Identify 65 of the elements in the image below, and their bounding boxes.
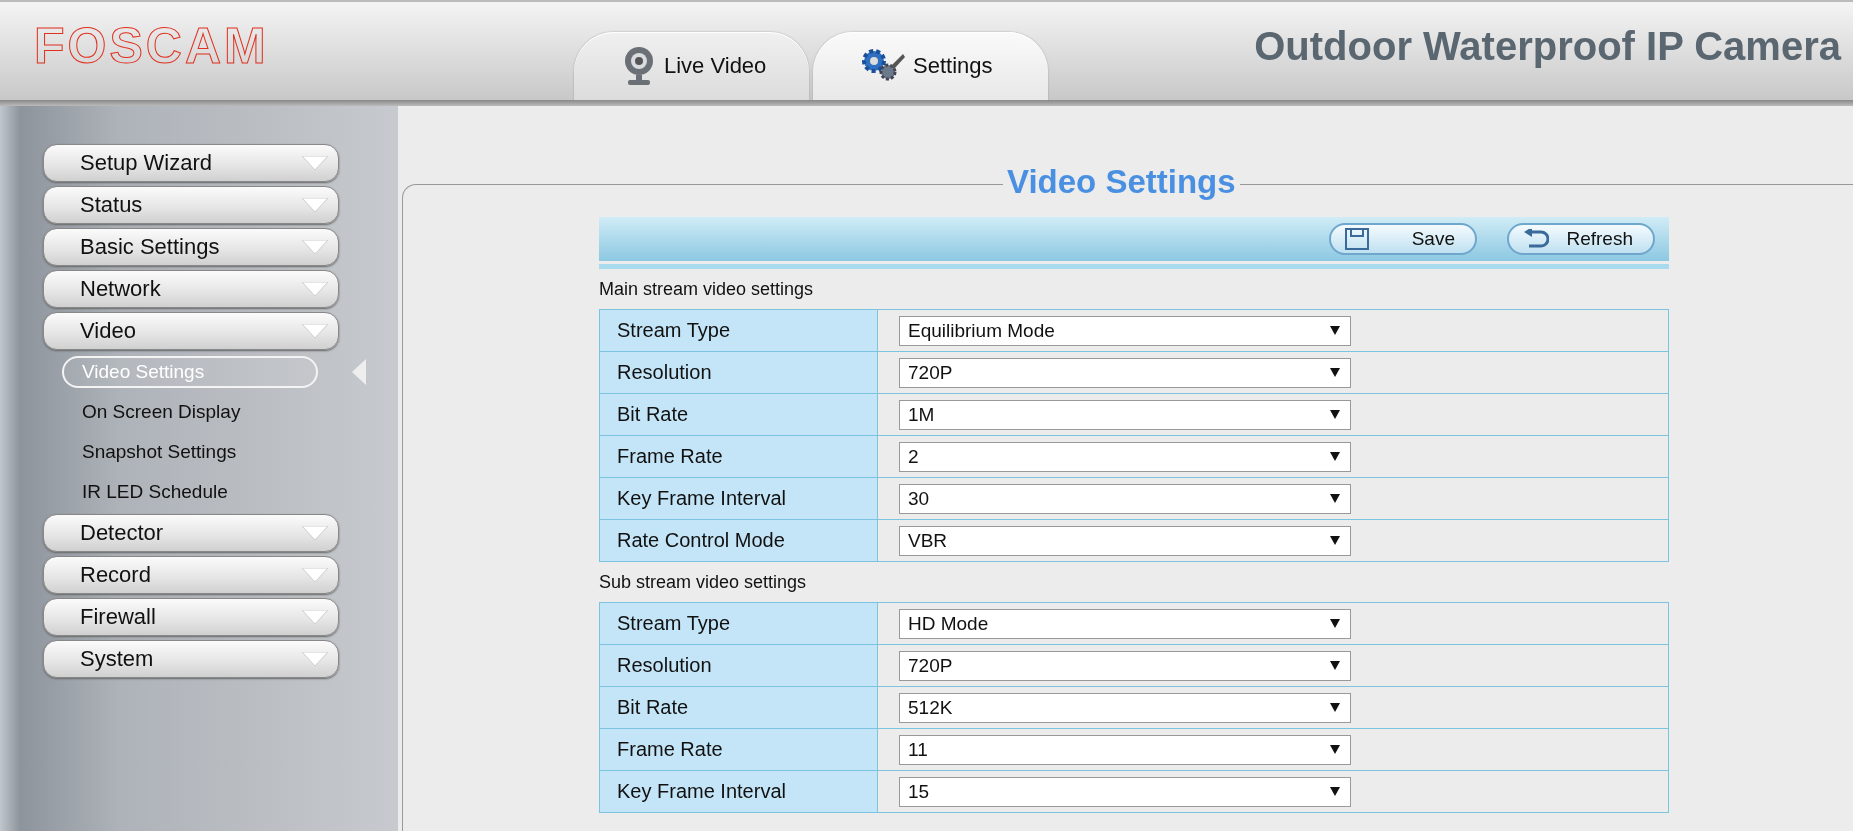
- section-title: Sub stream video settings: [599, 571, 808, 594]
- dropdown[interactable]: 11: [899, 734, 1351, 765]
- field-label: Frame Rate: [600, 436, 878, 477]
- dropdown[interactable]: 1M: [899, 399, 1351, 430]
- field-label: Rate Control Mode: [600, 520, 878, 561]
- dropdown[interactable]: 2: [899, 441, 1351, 472]
- menu-item[interactable]: Basic Settings: [43, 228, 339, 266]
- dropdown-arrow-icon: [1330, 326, 1340, 335]
- menu-item[interactable]: Video: [43, 312, 339, 350]
- brand-logo: FOSCAM: [34, 17, 270, 75]
- dropdown-arrow-icon: [1330, 494, 1340, 503]
- submenu-item[interactable]: On Screen Display: [62, 396, 318, 428]
- field-label: Bit Rate: [600, 687, 878, 728]
- dropdown-arrow-icon: [1330, 619, 1340, 628]
- field-label: Bit Rate: [600, 394, 878, 435]
- save-button[interactable]: Save: [1329, 223, 1477, 255]
- menu-item[interactable]: System: [43, 640, 339, 678]
- dropdown[interactable]: VBR: [899, 525, 1351, 556]
- submenu-item[interactable]: IR LED Schedule: [62, 476, 318, 508]
- field-label: Key Frame Interval: [600, 771, 878, 812]
- submenu-item[interactable]: Snapshot Settings: [62, 436, 318, 468]
- dropdown[interactable]: 15: [899, 776, 1351, 807]
- dropdown-arrow-icon: [1330, 536, 1340, 545]
- dropdown-arrow-icon: [1330, 787, 1340, 796]
- dropdown[interactable]: Equilibrium Mode: [899, 315, 1351, 346]
- caret-icon: [302, 324, 328, 338]
- dropdown-arrow-icon: [1330, 703, 1340, 712]
- nav-tab[interactable]: Live Video: [574, 32, 809, 100]
- refresh-icon: [1523, 229, 1549, 249]
- field-label: Stream Type: [600, 310, 878, 351]
- dropdown-arrow-icon: [1330, 745, 1340, 754]
- menu-item[interactable]: Detector: [43, 514, 339, 552]
- menu-item[interactable]: Record: [43, 556, 339, 594]
- field-label: Resolution: [600, 352, 878, 393]
- dropdown[interactable]: 512K: [899, 692, 1351, 723]
- caret-icon: [302, 282, 328, 296]
- field-label: Resolution: [600, 645, 878, 686]
- dropdown-arrow-icon: [1330, 368, 1340, 377]
- menu-item[interactable]: Status: [43, 186, 339, 224]
- nav-tab[interactable]: Settings: [813, 32, 1048, 100]
- caret-icon: [302, 240, 328, 254]
- product-title: Outdoor Waterproof IP Camera: [1254, 23, 1841, 69]
- dropdown[interactable]: 720P: [899, 650, 1351, 681]
- dropdown-arrow-icon: [1330, 661, 1340, 670]
- menu-item[interactable]: Network: [43, 270, 339, 308]
- dropdown[interactable]: 720P: [899, 357, 1351, 388]
- field-label: Stream Type: [600, 603, 878, 644]
- caret-icon: [302, 610, 328, 624]
- caret-icon: [302, 526, 328, 540]
- section-title: Main stream video settings: [599, 278, 815, 301]
- menu-item[interactable]: Firewall: [43, 598, 339, 636]
- dropdown-arrow-icon: [1330, 452, 1340, 461]
- webcam-icon: [622, 46, 656, 86]
- refresh-button[interactable]: Refresh: [1507, 223, 1655, 255]
- caret-icon: [302, 568, 328, 582]
- caret-icon: [302, 198, 328, 212]
- field-label: Key Frame Interval: [600, 478, 878, 519]
- caret-icon: [302, 652, 328, 666]
- dropdown[interactable]: HD Mode: [899, 608, 1351, 639]
- menu-item[interactable]: Setup Wizard: [43, 144, 339, 182]
- field-label: Frame Rate: [600, 729, 878, 770]
- dropdown-arrow-icon: [1330, 410, 1340, 419]
- pointer-icon: [352, 359, 366, 385]
- dropdown[interactable]: 30: [899, 483, 1351, 514]
- caret-icon: [302, 156, 328, 170]
